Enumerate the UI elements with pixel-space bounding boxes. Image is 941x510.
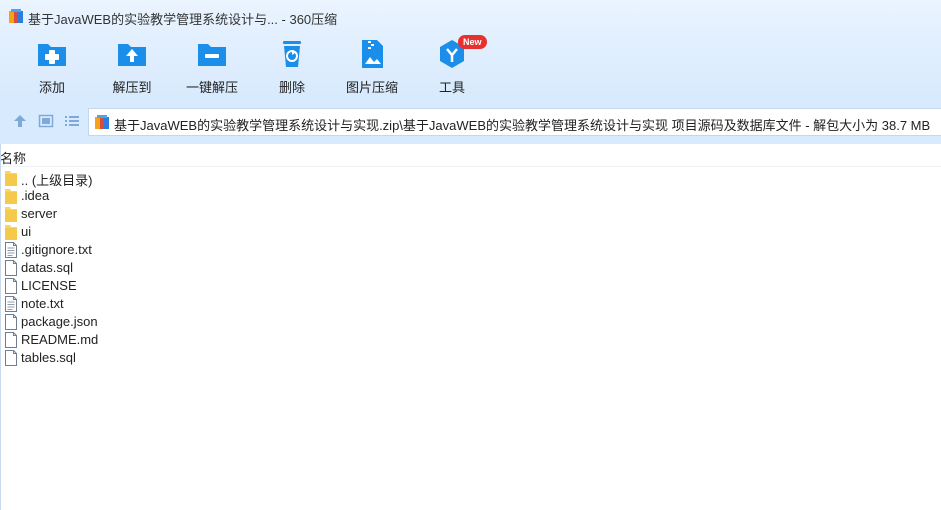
column-header-name[interactable]: 名称 <box>0 148 26 167</box>
new-badge: New <box>458 35 487 49</box>
archive-window: 基于JavaWEB的实验教学管理系统设计与... - 360压缩 添加 解压到 … <box>0 0 941 510</box>
file-row[interactable]: tables.sql <box>0 349 941 367</box>
file-row[interactable]: .gitignore.txt <box>0 241 941 259</box>
file-row[interactable]: .idea <box>0 187 941 205</box>
file-row[interactable]: README.md <box>0 331 941 349</box>
file-icon <box>5 350 17 366</box>
file-name: tables.sql <box>21 350 76 365</box>
file-row[interactable]: server <box>0 205 941 223</box>
folder-icon <box>5 170 17 186</box>
file-icon <box>5 278 17 294</box>
title-bar: 基于JavaWEB的实验教学管理系统设计与... - 360压缩 <box>0 0 941 34</box>
file-name: ui <box>21 224 32 239</box>
file-name: README.md <box>21 332 99 347</box>
file-icon <box>5 314 17 330</box>
text-file-icon <box>5 296 17 312</box>
image-compress-button[interactable]: 图片压缩 <box>332 38 412 96</box>
file-list: 名称 .. (上级目录) .idea server ui .gitignore.txt d… <box>0 144 941 510</box>
extract-to-button[interactable]: 解压到 <box>92 38 172 96</box>
file-name: package.json <box>21 314 98 329</box>
one-click-extract-label: 一键解压 <box>185 80 238 95</box>
image-compress-label: 图片压缩 <box>345 80 398 95</box>
address-path-text: 基于JavaWEB的实验教学管理系统设计与实现.zip\基于JavaWEB的实验… <box>114 118 931 133</box>
folder-icon <box>5 224 17 240</box>
file-name: server <box>21 206 58 221</box>
one-click-extract-button[interactable]: 一键解压 <box>172 38 252 96</box>
window-title: 基于JavaWEB的实验教学管理系统设计与... - 360压缩 <box>28 12 338 27</box>
file-name: .gitignore.txt <box>21 242 92 257</box>
list-left-border <box>0 144 1 510</box>
file-rows: .. (上级目录) .idea server ui .gitignore.txt data… <box>0 169 941 367</box>
file-row[interactable]: .. (上级目录) <box>0 169 941 188</box>
file-name: LICENSE <box>21 278 77 293</box>
add-label: 添加 <box>38 80 65 95</box>
file-name: datas.sql <box>21 260 74 275</box>
folder-icon <box>5 188 17 204</box>
extract-to-label: 解压到 <box>112 80 152 95</box>
file-name: note.txt <box>21 296 64 311</box>
delete-label: 删除 <box>278 80 305 95</box>
image-compress-icon <box>362 40 383 68</box>
file-name: .idea <box>21 188 50 203</box>
address-path-field[interactable]: 基于JavaWEB的实验教学管理系统设计与实现.zip\基于JavaWEB的实验… <box>88 108 941 136</box>
tools-label: 工具 <box>438 80 465 95</box>
tools-button[interactable]: New 工具 <box>412 35 492 96</box>
header-divider <box>0 166 941 167</box>
extract-to-icon <box>118 44 146 66</box>
delete-button[interactable]: 删除 <box>252 38 332 96</box>
archive-file-icon <box>95 115 109 129</box>
folder-icon <box>5 206 17 222</box>
add-button[interactable]: 添加 <box>12 38 92 96</box>
up-arrow-icon[interactable] <box>12 113 28 129</box>
archive-app-icon <box>9 9 23 23</box>
toolbar: 添加 解压到 一键解压 删除 图片压缩 New 工具 <box>0 34 941 98</box>
add-folder-icon <box>38 44 66 66</box>
file-row[interactable]: package.json <box>0 313 941 331</box>
file-row[interactable]: datas.sql <box>0 259 941 277</box>
file-row[interactable]: LICENSE <box>0 277 941 295</box>
file-row[interactable]: note.txt <box>0 295 941 313</box>
thumbnail-view-icon[interactable] <box>38 113 54 129</box>
one-click-extract-icon <box>198 44 226 66</box>
text-file-icon <box>5 242 17 258</box>
file-icon <box>5 260 17 276</box>
file-row[interactable]: ui <box>0 223 941 241</box>
file-icon <box>5 332 17 348</box>
list-view-icon[interactable] <box>64 113 80 129</box>
delete-bin-icon <box>283 41 301 67</box>
